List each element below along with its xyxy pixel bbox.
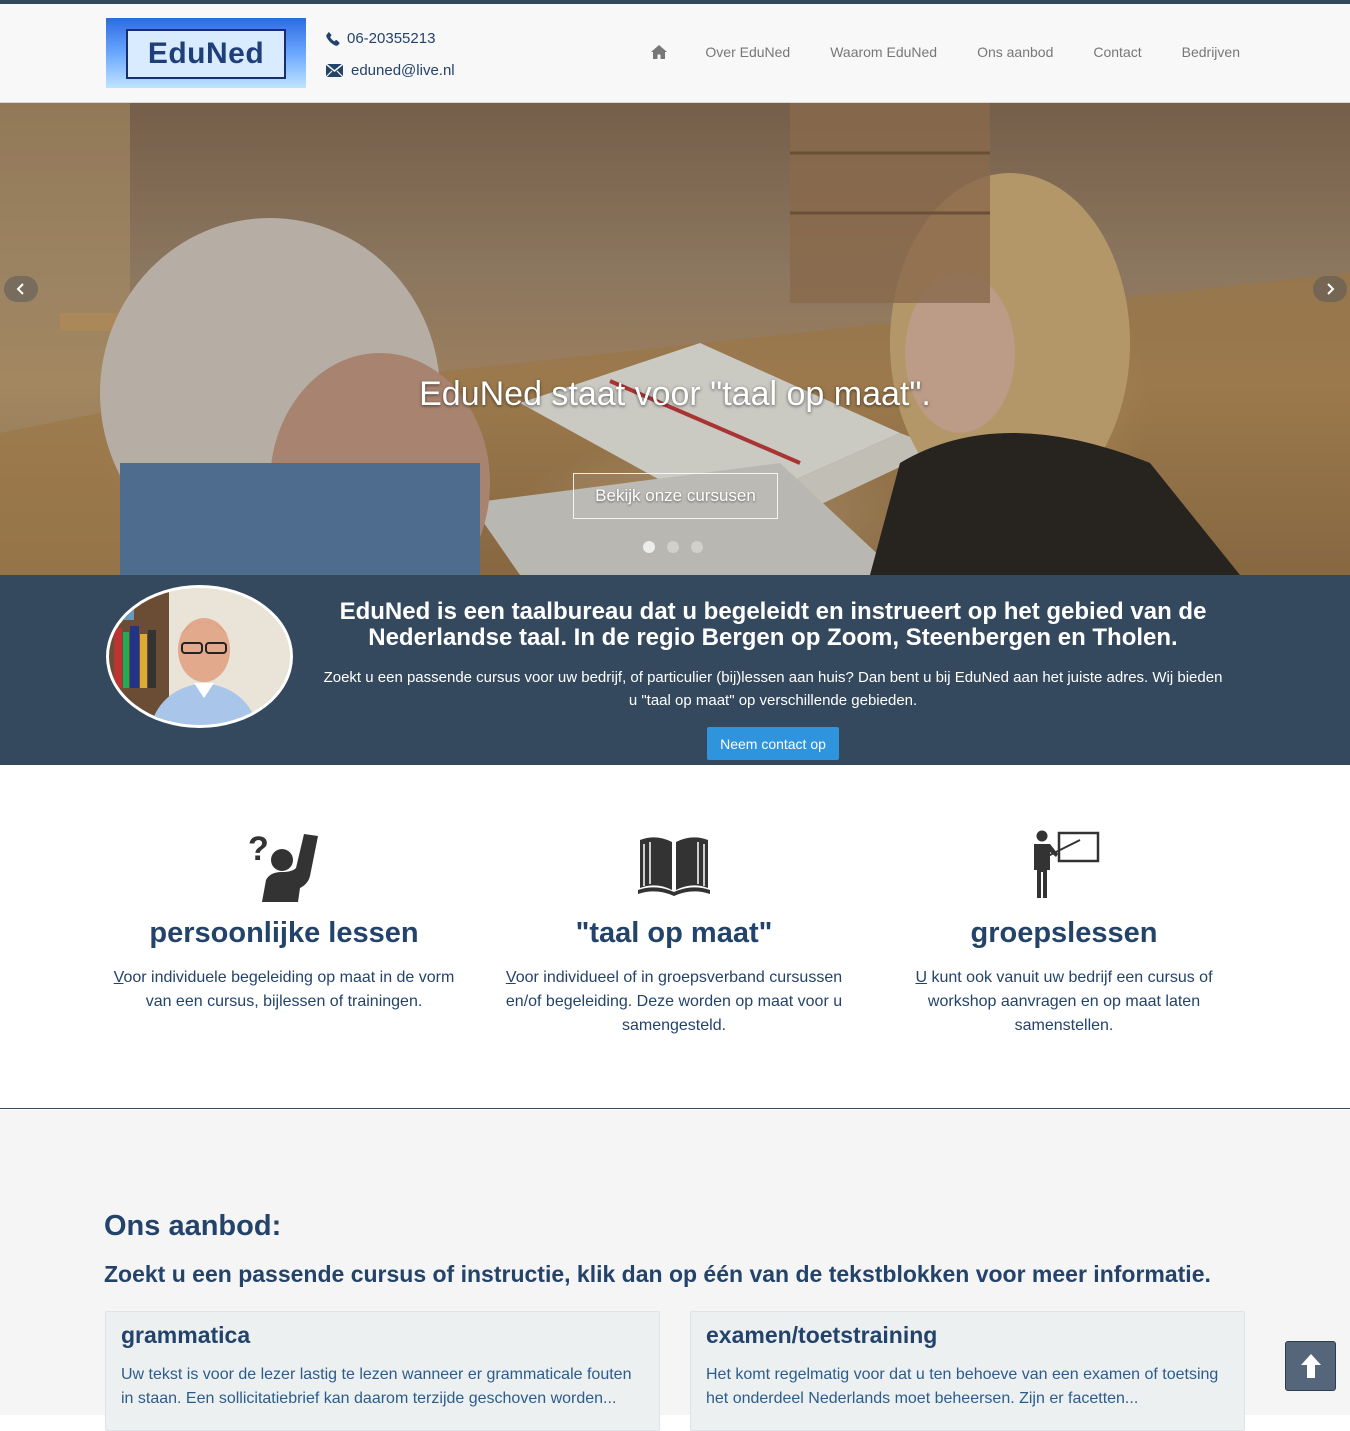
back-to-top-button[interactable]	[1285, 1341, 1336, 1391]
email-address: eduned@live.nl	[351, 62, 455, 79]
carousel-prev[interactable]	[4, 276, 38, 302]
open-book-icon	[638, 837, 710, 896]
logo-text: EduNed	[147, 37, 265, 70]
arrow-up-icon	[1300, 1354, 1321, 1378]
nav-bedrijven[interactable]: Bedrijven	[1162, 44, 1240, 60]
feature-first-letter: V	[505, 969, 516, 986]
contact-us-button[interactable]: Neem contact op	[707, 727, 839, 760]
card-text: Uw tekst is voor de lezer lastig te leze…	[121, 1366, 632, 1407]
phone-contact[interactable]: 06-20355213	[326, 30, 435, 47]
feature-body: oor individueel of in groepsverband curs…	[505, 969, 843, 1034]
question-person-icon: ?	[248, 830, 318, 902]
logo-frame: EduNed	[126, 29, 286, 79]
envelope-icon	[326, 64, 343, 77]
portrait-illustration	[109, 588, 290, 725]
offer-subtitle: Zoekt u een passende cursus of instructi…	[104, 1261, 1211, 1287]
carousel-dot-2[interactable]	[667, 541, 679, 553]
carousel-dot-1[interactable]	[643, 541, 655, 553]
nav-waarom-eduned[interactable]: Waarom EduNed	[810, 44, 957, 60]
carousel-dot-3[interactable]	[691, 541, 703, 553]
chevron-right-icon	[1327, 283, 1335, 295]
nav-home[interactable]	[651, 45, 685, 59]
phone-number: 06-20355213	[347, 30, 436, 47]
offer-card-grammatica[interactable]: grammatica Uw tekst is voor de lezer las…	[105, 1311, 660, 1431]
site-header: EduNed 06-20355213 eduned@live.nl Over E…	[0, 0, 1350, 103]
email-contact[interactable]: eduned@live.nl	[326, 62, 455, 79]
phone-icon	[326, 32, 340, 46]
teacher-board-icon	[1034, 830, 1100, 898]
home-icon	[651, 45, 668, 59]
view-courses-button[interactable]: Bekijk onze cursusen	[573, 473, 778, 519]
feature-first-letter: V	[113, 969, 124, 986]
portrait-photo	[106, 585, 293, 728]
hero-carousel: EduNed staat voor "taal op maat". Bekijk…	[0, 103, 1350, 575]
carousel-indicators	[643, 541, 703, 553]
hero-caption: EduNed staat voor "taal op maat".	[419, 375, 931, 413]
nav-over-eduned[interactable]: Over EduNed	[685, 44, 810, 60]
carousel-next[interactable]	[1313, 276, 1347, 302]
card-title: grammatica	[121, 1322, 251, 1348]
card-text: Het komt regelmatig voor dat u ten behoe…	[706, 1366, 1219, 1407]
feature-title: "taal op maat"	[575, 917, 773, 949]
nav-contact[interactable]: Contact	[1073, 44, 1161, 60]
offer-card-examen[interactable]: examen/toetstraining Het komt regelmatig…	[690, 1311, 1245, 1431]
feature-text: Voor individueel of in groepsverband cur…	[494, 966, 854, 1038]
feature-body: oor individuele begeleiding op maat in d…	[123, 969, 455, 1010]
features-section: ? persoonlijke lessen Voor individuele b…	[0, 765, 1350, 1109]
eduned-logo[interactable]: EduNed	[106, 18, 306, 88]
feature-text: Voor individuele begeleiding op maat in …	[104, 966, 464, 1014]
feature-first-letter: U	[915, 969, 928, 986]
feature-body: kunt ook vanuit uw bedrijf een cursus of…	[927, 969, 1213, 1034]
intro-title: EduNed is een taalbureau dat u begeleidt…	[339, 598, 1207, 651]
main-nav: Over EduNed Waarom EduNed Ons aanbod Con…	[651, 44, 1240, 60]
offer-title: Ons aanbod:	[104, 1210, 282, 1242]
svg-text:?: ?	[248, 830, 269, 868]
offer-section: Ons aanbod: Zoekt u een passende cursus …	[0, 1110, 1350, 1431]
nav-ons-aanbod[interactable]: Ons aanbod	[957, 44, 1073, 60]
chevron-left-icon	[16, 283, 24, 295]
feature-text: U kunt ook vanuit uw bedrijf een cursus …	[884, 966, 1244, 1038]
card-title: examen/toetstraining	[706, 1322, 938, 1348]
feature-title: persoonlijke lessen	[149, 917, 419, 949]
intro-text: Zoekt u een passende cursus voor uw bedr…	[323, 669, 1223, 709]
feature-title: groepslessen	[970, 917, 1158, 949]
intro-section: EduNed is een taalbureau dat u begeleidt…	[0, 575, 1350, 765]
